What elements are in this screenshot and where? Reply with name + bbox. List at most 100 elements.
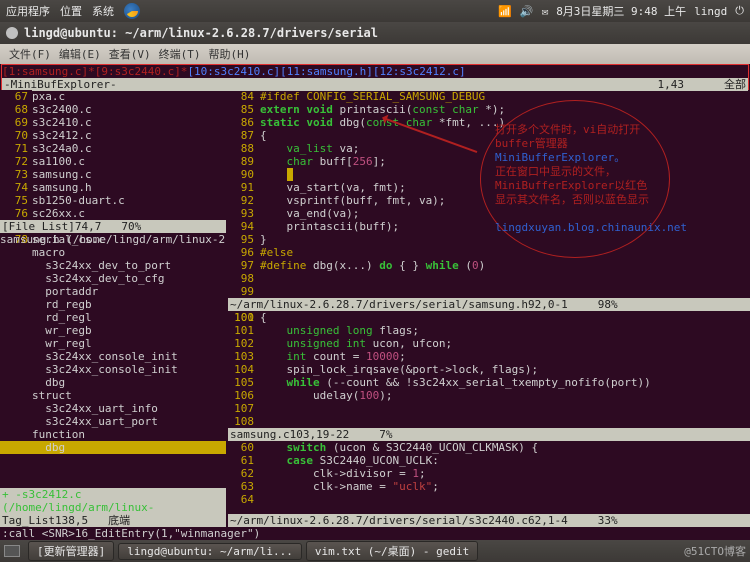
power-icon[interactable]: ⏻ (735, 4, 744, 18)
code-line[interactable]: clk->name = "uclk"; (260, 480, 748, 493)
file-item[interactable]: pxa.c (32, 90, 224, 103)
code1-status: ~/arm/linux-2.6.28.7/drivers/serial/sams… (228, 298, 750, 311)
code1-status-file: ~/arm/linux-2.6.28.7/drivers/serial/sams… (230, 298, 528, 311)
watermark: @51CTO博客 (684, 543, 746, 559)
taglist-item[interactable]: s3c24xx_uart_info (0, 402, 226, 415)
taglist-group[interactable]: macro (0, 246, 226, 259)
code3-status-pos: 62,1-4 (528, 514, 568, 527)
taglist-group[interactable]: function (0, 428, 226, 441)
code3-status-pct: 33% (598, 514, 618, 527)
code-line[interactable]: case S3C2440_UCON_UCLK: (260, 454, 748, 467)
taglist-item[interactable]: dbg (0, 441, 226, 454)
taglist-status-left: Tag_List (2, 514, 55, 527)
menu-edit[interactable]: 编辑(E) (56, 46, 104, 62)
task-gedit[interactable]: vim.txt (~/桌面) - gedit (306, 541, 478, 561)
vim-editor[interactable]: [1:samsung.c]*[9:s3c2440.c]*[10:s3c2410.… (0, 64, 750, 540)
volume-icon[interactable]: 🔊 (520, 5, 534, 18)
annot-blog: lingdxuyan.blog.chinaunix.net (495, 221, 655, 235)
nerdtree-status: [File List] 74,7 70% (0, 220, 226, 233)
file-item[interactable]: s3c2412.c (32, 129, 224, 142)
buffer-tab[interactable]: [12:s3c2412.c] (373, 65, 466, 78)
taglist-group[interactable]: struct (0, 389, 226, 402)
code1-gutter: 84858687888990919293949596979899100101 (228, 90, 258, 324)
code2-gutter: 100101102103104105106107108109 (228, 311, 258, 441)
gnome-panel[interactable]: 应用程序 位置 系统 📶 🔊 ✉ 8月3日星期三 9:48 上午 lingd ⏻ (0, 0, 750, 22)
minibufexplorer[interactable]: [1:samsung.c]*[9:s3c2440.c]*[10:s3c2410.… (1, 64, 749, 90)
code2-status: samsung.c 103,19-22 7% (228, 428, 750, 441)
taglist-item[interactable]: s3c24xx_console_init (0, 350, 226, 363)
code-line[interactable]: unsigned int ucon, ufcon; (260, 337, 748, 350)
buffer-tab[interactable]: [10:s3c2410.c] (187, 65, 280, 78)
code-line[interactable]: unsigned long flags; (260, 324, 748, 337)
menu-file[interactable]: 文件(F) (6, 46, 54, 62)
taglist-item[interactable]: rd_regl (0, 311, 226, 324)
code-line[interactable]: { (260, 311, 748, 324)
taglist-status: Tag_List 138,5 底端 (0, 514, 226, 527)
code2-status-file: samsung.c (230, 428, 290, 441)
file-item[interactable]: sc26xx.c (32, 207, 224, 220)
annotation-bubble: 打开多个文件时，vi自动打开buffer管理器 MiniBufferExplor… (480, 100, 670, 258)
taglist-item[interactable]: wr_regl (0, 337, 226, 350)
file-item[interactable]: sb1250-duart.c (32, 194, 224, 207)
task-terminal[interactable]: lingd@ubuntu: ~/arm/li... (118, 543, 302, 560)
taglist-item[interactable]: rd_regb (0, 298, 226, 311)
nerdtree[interactable]: pxa.cs3c2400.cs3c2410.cs3c2412.cs3c24a0.… (32, 90, 224, 220)
taglist-next-file[interactable]: + -s3c2412.c (/home/lingd/arm/linux- (2, 488, 224, 514)
nerdtree-status-pct: 70% (121, 220, 141, 233)
taglist-item[interactable]: s3c24xx_dev_to_cfg (0, 272, 226, 285)
code-pane-s3c2440-c[interactable]: switch (ucon & S3C2440_UCON_CLKMASK) { c… (260, 441, 748, 506)
file-item[interactable]: sa1100.c (32, 155, 224, 168)
user-switcher[interactable]: lingd (694, 5, 727, 18)
annot-line: 打开多个文件时，vi自动打开buffer管理器 (495, 123, 655, 151)
code-line[interactable]: extern void printascii(const char *); (260, 103, 748, 116)
task-update-manager[interactable]: [更新管理器] (28, 541, 114, 561)
taglist-item[interactable]: s3c24xx_dev_to_port (0, 259, 226, 272)
code1-status-pos: 92,0-1 (528, 298, 568, 311)
vim-cmdline[interactable]: :call <SNR>16_EditEntry(1,"winmanager") (0, 527, 750, 540)
code-line[interactable]: switch (ucon & S3C2440_UCON_CLKMASK) { (260, 441, 748, 454)
window-titlebar[interactable]: lingd@ubuntu: ~/arm/linux-2.6.28.7/drive… (0, 22, 750, 44)
menu-apps[interactable]: 应用程序 (6, 3, 50, 19)
window-title: lingd@ubuntu: ~/arm/linux-2.6.28.7/drive… (24, 26, 378, 40)
taglist-item[interactable]: s3c24xx_uart_port (0, 415, 226, 428)
firefox-icon[interactable] (124, 3, 140, 19)
show-desktop-icon[interactable] (4, 545, 20, 557)
taglist[interactable]: samsung.h (/home/lingd/arm/linux-2macro … (0, 233, 226, 514)
window-menu-icon[interactable] (6, 27, 18, 39)
menu-terminal[interactable]: 终端(T) (156, 46, 204, 62)
file-item[interactable]: s3c2410.c (32, 116, 224, 129)
annot-line: MiniBufferExplorer以红色显示其文件名，否则以蓝色显示 (495, 179, 655, 207)
network-icon[interactable]: 📶 (498, 5, 512, 18)
nerdtree-status-pos: 74,7 (75, 220, 102, 233)
menu-help[interactable]: 帮助(H) (206, 46, 254, 62)
code-line[interactable]: #ifdef CONFIG_SERIAL_SAMSUNG_DEBUG (260, 90, 748, 103)
terminal-menubar[interactable]: 文件(F) 编辑(E) 查看(V) 终端(T) 帮助(H) (0, 44, 750, 64)
file-item[interactable]: samsung.c (32, 168, 224, 181)
menu-view[interactable]: 查看(V) (106, 46, 154, 62)
menu-system[interactable]: 系统 (92, 3, 114, 19)
code-line[interactable]: udelay(100); (260, 389, 748, 402)
code-line[interactable]: spin_lock_irqsave(&port->lock, flags); (260, 363, 748, 376)
code-pane-samsung-c[interactable]: { unsigned long flags; unsigned int ucon… (260, 311, 748, 428)
taglist-item[interactable]: wr_regb (0, 324, 226, 337)
code-line[interactable]: while (--count && !s3c24xx_serial_txempt… (260, 376, 748, 389)
taglist-item[interactable]: s3c24xx_console_init (0, 363, 226, 376)
mail-icon[interactable]: ✉ (542, 5, 549, 18)
menu-places[interactable]: 位置 (60, 3, 82, 19)
taglist-item[interactable]: dbg (0, 376, 226, 389)
file-item[interactable]: s3c24a0.c (32, 142, 224, 155)
code-line[interactable]: clk->divisor = 1; (260, 467, 748, 480)
buffer-tab[interactable]: [1:samsung.c]* (2, 65, 95, 78)
code3-status: ~/arm/linux-2.6.28.7/drivers/serial/s3c2… (228, 514, 750, 527)
code-line[interactable]: int count = 10000; (260, 350, 748, 363)
panel-menus[interactable]: 应用程序 位置 系统 (6, 3, 140, 19)
file-item[interactable]: samsung.h (32, 181, 224, 194)
nerdtree-status-left: [File List] (2, 220, 75, 233)
clock[interactable]: 8月3日星期三 9:48 上午 (556, 3, 686, 19)
buffer-tab[interactable]: [9:s3c2440.c]* (95, 65, 188, 78)
taglist-item[interactable]: portaddr (0, 285, 226, 298)
buffer-tabs[interactable]: [1:samsung.c]*[9:s3c2440.c]*[10:s3c2410.… (2, 65, 748, 78)
file-item[interactable]: s3c2400.c (32, 103, 224, 116)
bottom-panel[interactable]: [更新管理器] lingd@ubuntu: ~/arm/li... vim.tx… (0, 540, 750, 562)
buffer-tab[interactable]: [11:samsung.h] (280, 65, 373, 78)
